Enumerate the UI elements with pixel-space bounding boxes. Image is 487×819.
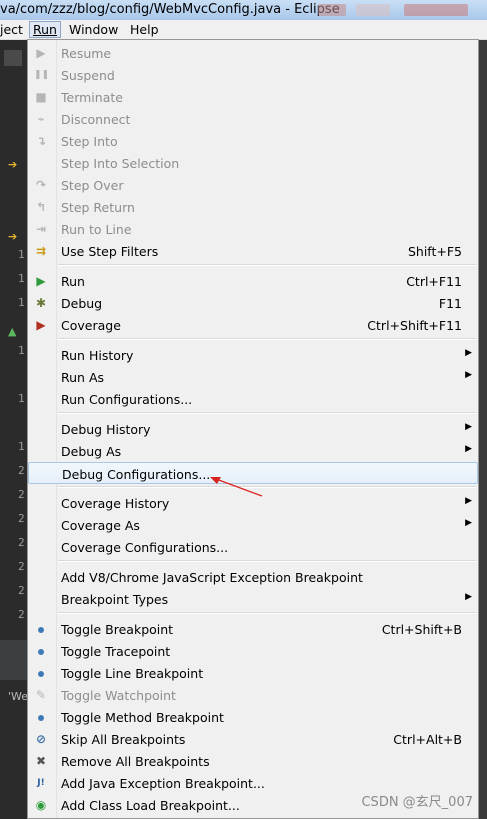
annotation-arrow-line bbox=[215, 478, 263, 497]
annotation-arrow bbox=[210, 477, 263, 497]
watermark: CSDN @玄尺_007 bbox=[361, 795, 473, 810]
